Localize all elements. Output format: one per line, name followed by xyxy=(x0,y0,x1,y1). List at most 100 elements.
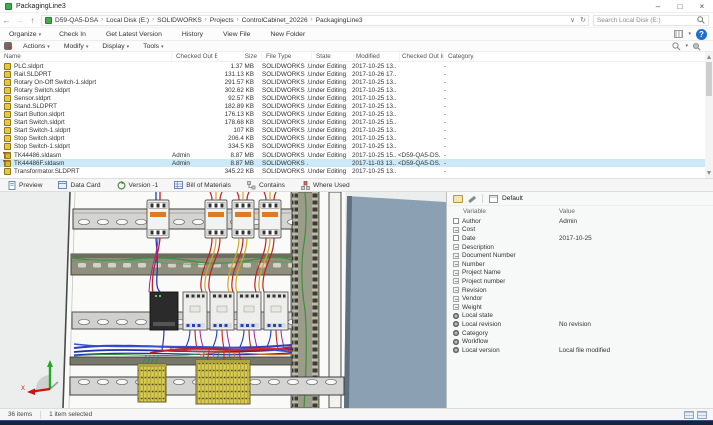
search-options-icon[interactable] xyxy=(692,42,701,51)
refresh-icon[interactable]: ↻ xyxy=(580,16,586,24)
variable-row[interactable]: Author Admin xyxy=(447,217,713,226)
preview-tab-bar: Preview Data Card Version -1 Bill of Mat… xyxy=(0,178,713,192)
tab-data-card[interactable]: Data Card xyxy=(50,179,108,191)
thumbnail-view-icon[interactable] xyxy=(697,410,707,419)
up-button[interactable]: ↑ xyxy=(26,16,39,25)
column-header-file-type[interactable]: File Type xyxy=(262,52,312,61)
variable-row[interactable]: Local state xyxy=(447,312,713,321)
table-row[interactable]: TK44486F.sldasm Admin 8.87 MB SOLIDWORKS… xyxy=(0,159,705,168)
variable-row[interactable]: Project number xyxy=(447,277,713,286)
breadcrumb-item[interactable]: Local Disk (E:) › xyxy=(106,17,157,24)
tab-version[interactable]: Version -1 xyxy=(109,179,167,191)
breadcrumb-item[interactable]: D59-QA5-DSA › xyxy=(55,17,106,24)
help-icon[interactable]: ? xyxy=(696,28,707,40)
table-row[interactable]: Rotary On-Off Switch-1.sldprt 291.57 KB … xyxy=(0,78,705,86)
vertical-scrollbar[interactable] xyxy=(705,52,713,178)
scrollbar-thumb[interactable] xyxy=(706,62,712,96)
file-icon xyxy=(4,143,11,151)
scroll-down-icon[interactable] xyxy=(707,171,711,175)
variable-name: Document Number xyxy=(462,252,516,260)
variable-icon xyxy=(453,252,459,259)
breadcrumb-item[interactable]: Projects › xyxy=(210,17,242,24)
table-row[interactable]: Start Switch-1.sldprt 107 KB SOLIDWORKS … xyxy=(0,127,705,135)
table-row[interactable]: Sensor.sldprt 92.57 KB SOLIDWORKS ... Un… xyxy=(0,94,705,102)
search-input[interactable]: Search Local Disk (E:) xyxy=(593,14,709,26)
menu-item[interactable]: Actions ▾ xyxy=(16,43,57,50)
variable-icon xyxy=(453,226,459,233)
column-header-category[interactable]: Category xyxy=(444,52,474,61)
tab-bill-of-materials[interactable]: Bill of Materials xyxy=(166,179,239,191)
variable-row[interactable]: Category xyxy=(447,329,713,338)
variable-row[interactable]: Local revision No revision xyxy=(447,320,713,329)
tab-preview[interactable]: Preview xyxy=(0,179,50,191)
card-icon[interactable] xyxy=(453,194,463,203)
file-icon xyxy=(4,62,11,70)
breadcrumb-item[interactable]: PackagingLine3 xyxy=(316,17,369,24)
minimize-button[interactable]: – xyxy=(647,0,669,13)
column-header-modified[interactable]: Modified xyxy=(354,52,400,61)
variable-row[interactable]: Revision xyxy=(447,286,713,295)
variable-name: Local state xyxy=(462,312,493,320)
variable-icon xyxy=(453,312,459,319)
column-header-size[interactable]: Size xyxy=(218,52,262,61)
view-mode-icon[interactable] xyxy=(674,30,684,38)
table-row[interactable]: Rotary Switch.sldprt 302.62 KB SOLIDWORK… xyxy=(0,86,705,94)
tab-where-used[interactable]: Where Used xyxy=(293,179,358,191)
table-row[interactable]: Stop Switch-1.sldprt 334.5 KB SOLIDWORKS… xyxy=(0,143,705,151)
file-name: Stop Switch.sldprt xyxy=(14,135,65,143)
close-button[interactable]: × xyxy=(691,0,713,13)
search-icon[interactable] xyxy=(697,16,705,24)
menu-item[interactable]: Display ▾ xyxy=(95,43,136,50)
variable-row[interactable]: Document Number xyxy=(447,251,713,260)
variable-row[interactable]: Weight xyxy=(447,303,713,312)
back-button[interactable]: ← xyxy=(0,16,13,25)
menu-item[interactable]: Tools ▾ xyxy=(136,43,170,50)
column-header-checked-out-in[interactable]: Checked Out In xyxy=(400,52,444,61)
maximize-button[interactable]: □ xyxy=(669,0,691,13)
column-header-checked-out-by[interactable]: Checked Out By xyxy=(172,52,218,61)
breadcrumb-item[interactable]: ControlCabinet_20226 › xyxy=(242,17,316,24)
divider xyxy=(482,194,483,203)
edit-icon[interactable] xyxy=(467,194,476,203)
file-category: - xyxy=(444,111,447,119)
table-row[interactable]: Transformator.SLDPRT 345.22 KB SOLIDWORK… xyxy=(0,167,705,175)
forward-button[interactable]: → xyxy=(13,16,26,25)
variable-row[interactable]: Cost xyxy=(447,226,713,235)
table-row[interactable]: Stand.SLDPRT 182.89 KB SOLIDWORKS ... Un… xyxy=(0,102,705,111)
details-view-icon[interactable] xyxy=(684,410,694,419)
preview-pane[interactable]: X xyxy=(0,192,446,408)
command-button[interactable]: Get Latest Version xyxy=(97,31,173,38)
variable-row[interactable]: Local version Local file modified xyxy=(447,346,713,355)
breadcrumb-item[interactable]: SOLIDWORKS › xyxy=(157,17,210,24)
table-row[interactable]: Start Switch.sldprt 178.68 KB SOLIDWORKS… xyxy=(0,119,705,127)
variable-row[interactable]: Workflow xyxy=(447,337,713,346)
column-header-state[interactable]: State xyxy=(312,52,354,61)
command-button[interactable]: View File xyxy=(214,31,261,38)
command-button[interactable]: Organize ▾ xyxy=(0,31,50,38)
variable-row[interactable]: Date 2017-10-25 xyxy=(447,234,713,243)
table-row[interactable]: PLC.sldprt 1.37 MB SOLIDWORKS ... Under … xyxy=(0,62,705,70)
file-category: - xyxy=(444,167,447,175)
table-row[interactable]: Rail.SLDPRT 131.13 KB SOLIDWORKS ... Und… xyxy=(0,70,705,78)
configuration-select[interactable]: Default xyxy=(502,195,523,202)
item-count: 36 items xyxy=(8,411,33,418)
variable-row[interactable]: Project Name xyxy=(447,269,713,278)
variable-row[interactable]: Description xyxy=(447,243,713,252)
tab-contains[interactable]: Contains xyxy=(239,179,293,191)
command-button[interactable]: Check In xyxy=(50,31,97,38)
zoom-icon[interactable] xyxy=(672,41,681,51)
scroll-up-icon[interactable] xyxy=(707,55,711,59)
table-row[interactable]: Start Button.sldprt 176.13 KB SOLIDWORKS… xyxy=(0,111,705,119)
breadcrumb[interactable]: D59-QA5-DSA › Local Disk (E:) › SOLIDWOR… xyxy=(41,14,589,26)
table-row[interactable]: TK44486.sldasm Admin 8.87 MB SOLIDWORKS … xyxy=(0,151,705,159)
variable-row[interactable]: Number xyxy=(447,260,713,269)
chevron-down-icon[interactable]: ▾ xyxy=(685,43,688,49)
table-row[interactable]: Stop Switch.sldprt 206.4 KB SOLIDWORKS .… xyxy=(0,135,705,143)
menu-item[interactable]: Modify ▾ xyxy=(57,43,96,50)
column-header-name[interactable]: Name xyxy=(0,52,172,61)
chevron-down-icon[interactable]: ▾ xyxy=(688,31,691,37)
variable-row[interactable]: Vendor xyxy=(447,294,713,303)
command-button[interactable]: History xyxy=(173,31,214,38)
command-button[interactable]: New Folder xyxy=(261,31,316,38)
address-dropdown-icon[interactable]: ∨ xyxy=(570,16,575,24)
